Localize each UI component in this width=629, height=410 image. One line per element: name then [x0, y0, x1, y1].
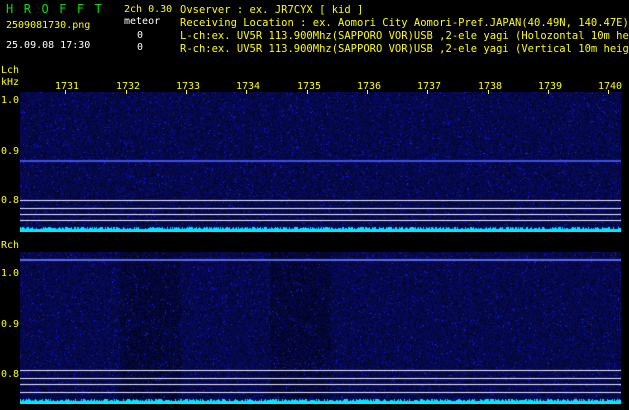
- time-tick: [65, 90, 66, 94]
- lch-freq-label: 1.0: [1, 95, 20, 106]
- lch-receiver-info: L-ch:ex. UV5R 113.900Mhz(SAPPORO VOR)USB…: [180, 30, 629, 42]
- time-tick: [608, 90, 609, 94]
- rch-freq-label: 0.8: [1, 369, 20, 380]
- lch-count: 0: [137, 30, 144, 41]
- rch-receiver-info: R-ch:ex. UV5R 113.900Mhz(SAPPORO VOR)USB…: [180, 43, 629, 55]
- lch-spectrogram: [20, 92, 621, 232]
- rch-spectrogram: [20, 252, 621, 404]
- rch-spectrogram-image: [20, 252, 621, 404]
- time-tick: [367, 90, 368, 94]
- time-tick: [186, 90, 187, 94]
- location-info: Receiving Location : ex. Aomori City Aom…: [180, 17, 629, 29]
- time-tick: [246, 90, 247, 94]
- rch-title: Rch: [1, 240, 20, 251]
- lch-title: Lch: [1, 65, 20, 76]
- time-tick: [488, 90, 489, 94]
- time-tick: [307, 90, 308, 94]
- channel-info: 2ch 0.30: [124, 4, 173, 15]
- rch-freq-label: 1.0: [1, 268, 20, 279]
- image-filename: 2509081730.png: [6, 20, 91, 31]
- time-tick: [427, 90, 428, 94]
- rch-freq-label: 0.9: [1, 319, 20, 330]
- timestamp: 25.09.08 17:30: [6, 40, 91, 51]
- time-tick: [126, 90, 127, 94]
- frequency-unit: kHz: [1, 77, 20, 88]
- app-brand: HROFFT: [6, 2, 113, 16]
- time-tick: [548, 90, 549, 94]
- observer-info: Ovserver : ex. JR7CYX [ kid ]: [180, 4, 364, 16]
- lch-freq-label: 0.8: [1, 195, 20, 206]
- lch-spectrogram-image: [20, 92, 621, 232]
- rch-count: 0: [137, 42, 144, 53]
- mode-label: meteor: [124, 16, 161, 27]
- lch-freq-label: 0.9: [1, 146, 20, 157]
